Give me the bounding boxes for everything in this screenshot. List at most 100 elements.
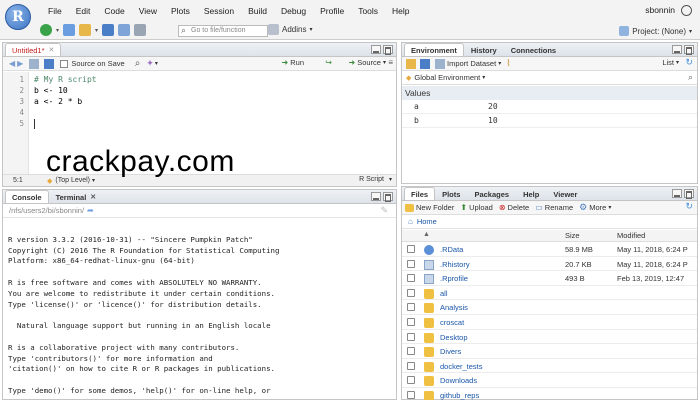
env-row[interactable]: a 20: [402, 100, 697, 114]
file-type[interactable]: R Script: [359, 176, 384, 183]
maximize-icon[interactable]: [684, 189, 694, 198]
maximize-icon[interactable]: [383, 192, 393, 201]
tab-history[interactable]: History: [464, 43, 504, 56]
file-name[interactable]: docker_tests: [440, 362, 483, 371]
search-icon[interactable]: ⌕: [688, 72, 693, 83]
broom-icon[interactable]: ⌇: [506, 58, 510, 69]
tab-viewer[interactable]: Viewer: [546, 187, 584, 200]
save-icon[interactable]: [102, 24, 115, 36]
load-workspace-icon[interactable]: [406, 58, 416, 69]
save-workspace-icon[interactable]: [420, 58, 430, 69]
save-icon[interactable]: [44, 58, 55, 69]
tab-packages[interactable]: Packages: [467, 187, 516, 200]
file-row[interactable]: Desktop: [402, 330, 697, 345]
row-checkbox[interactable]: [407, 347, 415, 356]
goto-file-input[interactable]: Go to file/function: [178, 25, 268, 37]
run-button[interactable]: ➜ Run: [282, 58, 304, 67]
print-icon[interactable]: [134, 24, 147, 36]
file-row[interactable]: all: [402, 286, 697, 301]
new-folder-button[interactable]: New Folder: [405, 203, 454, 212]
close-icon[interactable]: ✕: [49, 46, 55, 54]
chevron-down-icon[interactable]: ▾: [56, 27, 59, 34]
file-row[interactable]: docker_tests: [402, 359, 697, 374]
row-checkbox[interactable]: [407, 274, 415, 283]
file-row[interactable]: .Rhistory 20.7 KB May 11, 2018, 6:24 P: [402, 257, 697, 272]
menu-profile[interactable]: Profile: [320, 6, 344, 16]
menu-code[interactable]: Code: [104, 6, 124, 16]
row-checkbox[interactable]: [407, 318, 415, 326]
view-mode-select[interactable]: List ▾: [662, 58, 679, 67]
maximize-icon[interactable]: [684, 45, 694, 54]
back-arrow-icon[interactable]: ◀: [9, 59, 15, 68]
scope-select[interactable]: Global Environment: [414, 73, 480, 82]
env-row[interactable]: b 10: [402, 114, 697, 128]
file-name[interactable]: .Rhistory: [440, 260, 470, 269]
file-row[interactable]: Divers: [402, 344, 697, 359]
file-row[interactable]: .RData 58.9 MB May 11, 2018, 6:24 P: [402, 242, 697, 257]
row-checkbox[interactable]: [407, 361, 415, 370]
file-name[interactable]: Analysis: [440, 303, 468, 312]
source-button[interactable]: ➜ Source ▾: [349, 58, 386, 67]
row-checkbox[interactable]: [407, 332, 415, 341]
col-size[interactable]: Size: [565, 231, 580, 240]
project-menu[interactable]: Project: (None) ▾: [619, 26, 692, 36]
forward-arrow-icon[interactable]: ▶: [17, 59, 23, 68]
file-row[interactable]: croscat: [402, 315, 697, 330]
file-name[interactable]: Downloads: [440, 376, 477, 385]
source-on-save-checkbox[interactable]: [60, 59, 69, 68]
go-to-directory-icon[interactable]: ➦: [87, 206, 94, 215]
tab-untitled1[interactable]: Untitled1* ✕: [5, 43, 62, 56]
breadcrumb-home[interactable]: Home: [417, 217, 437, 226]
file-name[interactable]: all: [440, 289, 448, 298]
delete-button[interactable]: ⊗ Delete: [499, 203, 529, 212]
tab-environment[interactable]: Environment: [404, 43, 464, 56]
wand-icon[interactable]: ✦: [146, 58, 154, 69]
import-dataset-button[interactable]: Import Dataset ▾: [435, 58, 501, 69]
file-name[interactable]: .RData: [440, 245, 463, 254]
minimize-icon[interactable]: [672, 45, 682, 54]
menu-plots[interactable]: Plots: [171, 6, 190, 16]
rename-button[interactable]: ▭ Rename: [535, 203, 573, 212]
minimize-icon[interactable]: [672, 189, 682, 198]
file-name[interactable]: croscat: [440, 318, 464, 327]
refresh-icon[interactable]: ↻: [685, 201, 693, 212]
search-icon[interactable]: ⌕: [135, 58, 141, 69]
maximize-icon[interactable]: [383, 45, 393, 54]
show-in-window-icon[interactable]: [29, 58, 40, 69]
sort-up-icon[interactable]: ▲: [423, 231, 430, 238]
menu-debug[interactable]: Debug: [281, 6, 306, 16]
console-output[interactable]: R version 3.3.2 (2016-10-31) -- "Sincere…: [3, 218, 396, 399]
menu-session[interactable]: Session: [204, 6, 234, 16]
row-checkbox[interactable]: [407, 376, 415, 385]
menu-file[interactable]: File: [48, 6, 62, 16]
row-checkbox[interactable]: [407, 259, 415, 268]
menu-help[interactable]: Help: [392, 6, 409, 16]
refresh-icon[interactable]: ↻: [685, 57, 693, 68]
more-button[interactable]: ⚙ More ▾: [579, 202, 611, 213]
row-checkbox[interactable]: [407, 245, 415, 253]
file-row[interactable]: .Rprofile 493 B Feb 13, 2019, 12:47: [402, 271, 697, 286]
col-modified[interactable]: Modified: [617, 231, 645, 240]
tab-help[interactable]: Help: [516, 187, 546, 200]
power-icon[interactable]: [681, 5, 692, 16]
open-file-icon[interactable]: [79, 24, 92, 36]
minimize-icon[interactable]: [371, 192, 381, 201]
file-row[interactable]: github_reps: [402, 388, 697, 400]
minimize-icon[interactable]: [371, 45, 381, 54]
save-all-icon[interactable]: [118, 24, 131, 36]
chevron-down-icon[interactable]: ▾: [155, 60, 158, 67]
home-icon[interactable]: ⌂: [408, 217, 413, 226]
new-project-icon[interactable]: [63, 24, 76, 36]
menu-view[interactable]: View: [139, 6, 157, 16]
file-name[interactable]: github_reps: [440, 391, 479, 400]
chevron-down-icon[interactable]: ▾: [482, 74, 485, 81]
clear-console-icon[interactable]: ✎: [380, 205, 388, 216]
file-name[interactable]: Divers: [440, 347, 461, 356]
addins-menu[interactable]: Addins ▾: [268, 24, 312, 35]
options-icon[interactable]: ≡: [388, 58, 393, 67]
file-row[interactable]: Analysis: [402, 300, 697, 315]
new-file-icon[interactable]: [40, 24, 52, 36]
menu-tools[interactable]: Tools: [358, 6, 378, 16]
file-name[interactable]: Desktop: [440, 333, 468, 342]
menu-build[interactable]: Build: [248, 6, 267, 16]
